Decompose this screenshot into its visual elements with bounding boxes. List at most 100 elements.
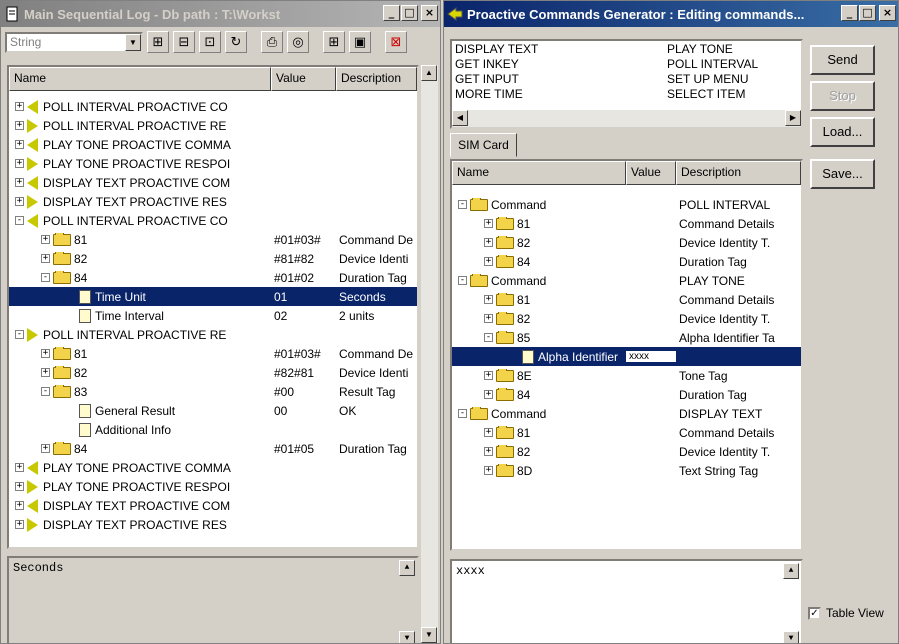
print-icon[interactable]: ⎙ [261, 31, 283, 53]
chevron-down-icon[interactable]: ▼ [125, 33, 141, 51]
type-combo[interactable]: String ▼ [5, 31, 143, 53]
log-table-row[interactable]: + PLAY TONE PROACTIVE COMMA [9, 458, 417, 477]
log-table-row[interactable]: +82 #82#81 Device Identi [9, 363, 417, 382]
save-icon[interactable]: ▣ [349, 31, 371, 53]
expand-icon[interactable]: + [484, 390, 493, 399]
table-view-checkbox[interactable]: ✓ Table View [808, 606, 884, 620]
collapse-icon[interactable]: - [458, 276, 467, 285]
refresh-icon[interactable]: ↻ [225, 31, 247, 53]
tree-view-icon[interactable]: ⊞ [323, 31, 345, 53]
sim-table-row[interactable]: +81 Command Details [452, 214, 801, 233]
expand-icon[interactable]: + [15, 102, 24, 111]
collapse-icon[interactable]: - [15, 330, 24, 339]
command-item[interactable]: POLL INTERVAL [667, 57, 758, 72]
log-table-row[interactable]: + DISPLAY TEXT PROACTIVE RES [9, 192, 417, 211]
edit-scroll-up-icon[interactable]: ▲ [783, 563, 799, 579]
col-name-header[interactable]: Name [9, 67, 271, 91]
sim-table-row[interactable]: - Command DISPLAY TEXT [452, 404, 801, 423]
scroll-down-icon[interactable]: ▼ [421, 627, 437, 643]
stop-button[interactable]: Stop [810, 81, 875, 111]
collapse-icon[interactable]: - [458, 409, 467, 418]
expand-icon[interactable]: + [484, 371, 493, 380]
scroll-up-icon[interactable]: ▲ [421, 65, 437, 81]
log-table-row[interactable]: +82 #81#82 Device Identi [9, 249, 417, 268]
sim-table-row[interactable]: Alpha Identifier xxxx [452, 347, 801, 366]
command-list[interactable]: DISPLAY TEXT GET INKEY GET INPUT MORE TIME … [450, 39, 803, 129]
checkmark-icon[interactable]: ✓ [808, 606, 821, 620]
col-value-header[interactable]: Value [626, 161, 676, 185]
expand-icon[interactable]: + [41, 254, 50, 263]
expand-icon[interactable]: + [484, 238, 493, 247]
log-table-row[interactable]: + POLL INTERVAL PROACTIVE RE [9, 116, 417, 135]
expand-icon[interactable]: + [15, 159, 24, 168]
expand-icon[interactable]: + [484, 447, 493, 456]
send-button[interactable]: Send [810, 45, 875, 75]
save-button[interactable]: Save... [810, 159, 875, 189]
command-item[interactable]: MORE TIME [455, 87, 538, 102]
log-table-row[interactable]: +84 #01#05 Duration Tag [9, 439, 417, 458]
value-edit-text[interactable]: xxxx ▲ ▼ [450, 559, 803, 643]
filter-icon[interactable]: ⊞ [147, 31, 169, 53]
sim-table-row[interactable]: +81 Command Details [452, 290, 801, 309]
log-table-row[interactable]: Additional Info [9, 420, 417, 439]
command-item[interactable]: DISPLAY TEXT [455, 42, 538, 57]
log-table-row[interactable]: +81 #01#03# Command De [9, 344, 417, 363]
expand-icon[interactable]: + [484, 428, 493, 437]
sim-table-row[interactable]: +82 Device Identity T. [452, 309, 801, 328]
tab-sim-card[interactable]: SIM Card [450, 133, 517, 157]
expand-icon[interactable]: + [15, 121, 24, 130]
log-table-row[interactable]: + PLAY TONE PROACTIVE RESPOI [9, 154, 417, 173]
sim-table-row[interactable]: - Command PLAY TONE [452, 271, 801, 290]
scroll-left-icon[interactable]: ◀ [452, 110, 468, 126]
col-description-header[interactable]: Description [336, 67, 417, 91]
expand-icon[interactable]: + [15, 178, 24, 187]
command-item[interactable]: GET INPUT [455, 72, 538, 87]
col-value-header[interactable]: Value [271, 67, 336, 91]
log-table-row[interactable]: + DISPLAY TEXT PROACTIVE RES [9, 515, 417, 534]
generator-titlebar[interactable]: Proactive Commands Generator : Editing c… [444, 1, 898, 27]
mark-icon[interactable]: ⊟ [173, 31, 195, 53]
expand-icon[interactable]: + [484, 295, 493, 304]
sim-table-row[interactable]: - 85 Alpha Identifier Ta [452, 328, 801, 347]
expand-icon[interactable]: + [484, 314, 493, 323]
expand-icon[interactable]: + [41, 349, 50, 358]
maximize-button[interactable]: □ [859, 5, 876, 21]
expand-icon[interactable]: + [15, 482, 24, 491]
log-table-row[interactable]: - 83 #00 Result Tag [9, 382, 417, 401]
command-item[interactable]: GET INKEY [455, 57, 538, 72]
log-table-row[interactable]: General Result 00 OK [9, 401, 417, 420]
minimize-button[interactable]: _ [383, 5, 400, 21]
log-table-row[interactable]: Time Interval 02 2 units [9, 306, 417, 325]
log-table-row[interactable]: + PLAY TONE PROACTIVE RESPOI [9, 477, 417, 496]
log-table-row[interactable]: - POLL INTERVAL PROACTIVE CO [9, 211, 417, 230]
find-tag-icon[interactable]: ⊡ [199, 31, 221, 53]
collapse-icon[interactable]: - [15, 216, 24, 225]
expand-icon[interactable]: + [15, 463, 24, 472]
command-item[interactable]: PLAY TONE [667, 42, 758, 57]
log-table-row[interactable]: Time Unit 01 Seconds [9, 287, 417, 306]
detail-scroll-down-icon[interactable]: ▼ [399, 631, 415, 643]
expand-icon[interactable]: + [41, 235, 50, 244]
command-hscroll[interactable]: ◀ ▶ [452, 110, 801, 127]
expand-icon[interactable]: + [484, 219, 493, 228]
expand-icon[interactable]: + [484, 257, 493, 266]
collapse-icon[interactable]: - [41, 273, 50, 282]
expand-icon[interactable]: + [15, 197, 24, 206]
log-table-row[interactable]: + POLL INTERVAL PROACTIVE CO [9, 97, 417, 116]
log-detail-text[interactable]: Seconds ▲ ▼ [7, 556, 419, 643]
expand-icon[interactable]: + [15, 140, 24, 149]
exit-icon[interactable]: ⊠ [385, 31, 407, 53]
maximize-button[interactable]: □ [401, 5, 418, 21]
col-description-header[interactable]: Description [676, 161, 801, 185]
expand-icon[interactable]: + [41, 368, 50, 377]
expand-icon[interactable]: + [41, 444, 50, 453]
sim-table-row[interactable]: +8D Text String Tag [452, 461, 801, 480]
close-button[interactable]: × [879, 5, 896, 21]
sim-table-row[interactable]: +81 Command Details [452, 423, 801, 442]
log-table-row[interactable]: +81 #01#03# Command De [9, 230, 417, 249]
expand-icon[interactable]: + [15, 520, 24, 529]
sim-table-row[interactable]: +82 Device Identity T. [452, 442, 801, 461]
command-item[interactable]: SELECT ITEM [667, 87, 758, 102]
log-titlebar[interactable]: Main Sequential Log - Db path : T:\Works… [1, 1, 440, 27]
command-item[interactable]: SET UP MENU [667, 72, 758, 87]
